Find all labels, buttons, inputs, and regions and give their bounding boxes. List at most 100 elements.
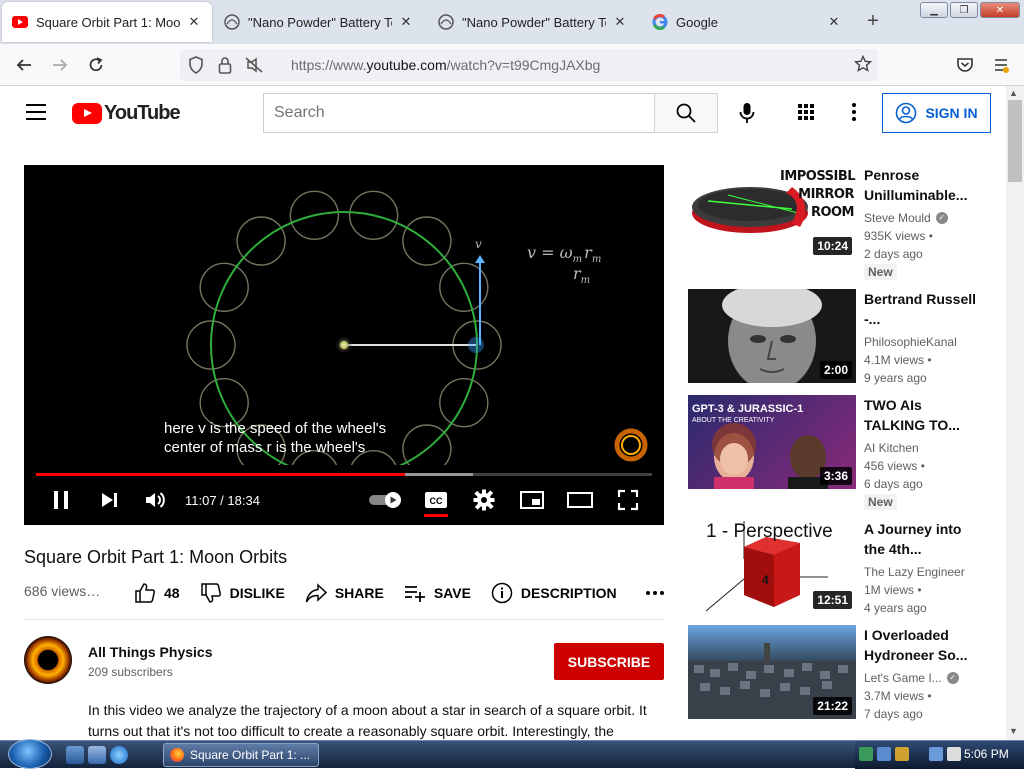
pocket-button[interactable] <box>954 54 976 76</box>
new-badge: New <box>864 494 897 510</box>
video-player[interactable]: v v = ωm rm rm here v is the speed of the… <box>24 165 664 525</box>
tab-nano-powder-2[interactable]: "Nano Powder" Battery Tech Im ✕ <box>428 2 638 42</box>
back-button[interactable] <box>13 54 35 76</box>
close-tab-icon[interactable]: ✕ <box>612 14 628 30</box>
horizontal-dots-icon <box>645 591 664 595</box>
save-label: SAVE <box>433 585 471 601</box>
like-button[interactable]: 48 <box>134 579 180 607</box>
recommendation-views: 456 views • <box>864 459 925 473</box>
recommendation-item[interactable]: GPT-3 & JURASSIC-1 ABOUT THE CREATIVITY … <box>688 395 998 510</box>
taskbar-clock[interactable]: 5:06 PM <box>964 747 1009 761</box>
channel-name[interactable]: All Things Physics <box>88 644 212 660</box>
switch-windows-icon[interactable] <box>88 746 106 764</box>
recommendation-title[interactable]: TWO AIs TALKING TO... <box>864 395 982 435</box>
tray-app-icon[interactable] <box>859 747 873 761</box>
view-count[interactable]: 686 views… <box>24 583 100 599</box>
settings-more-button[interactable] <box>842 100 866 124</box>
autoplay-toggle-icon <box>369 492 401 508</box>
recommendation-title[interactable]: I Overloaded Hydroneer So... <box>864 625 982 665</box>
share-button[interactable]: SHARE <box>305 579 384 607</box>
video-thumbnail[interactable]: 1 - Perspective 4 12:51 <box>688 519 856 613</box>
minimize-button[interactable]: ▁ <box>920 2 948 18</box>
youtube-play-logo-icon <box>72 103 102 124</box>
scroll-down-arrow-icon[interactable]: ▼ <box>1009 726 1018 736</box>
recommendation-channel[interactable]: The Lazy Engineer <box>864 565 965 579</box>
recommendation-views: 1M views • <box>864 583 922 597</box>
taskbar-firefox-window[interactable]: Square Orbit Part 1: ... <box>163 743 319 767</box>
maximize-button[interactable]: ❐ <box>950 2 978 18</box>
firefox-icon <box>170 748 184 762</box>
recommendation-item[interactable]: 21:22 I Overloaded Hydroneer So... Let's… <box>688 625 998 721</box>
guide-menu-icon[interactable] <box>26 104 46 120</box>
subscribe-button[interactable]: SUBSCRIBE <box>554 643 664 680</box>
video-thumbnail[interactable]: GPT-3 & JURASSIC-1 ABOUT THE CREATIVITY … <box>688 395 856 489</box>
youtube-logo[interactable]: YouTube <box>72 102 181 125</box>
dislike-button[interactable]: DISLIKE <box>200 579 285 607</box>
tab-square-orbit[interactable]: Square Orbit Part 1: Moon Orbits ✕ <box>2 2 212 42</box>
channel-avatar[interactable] <box>24 636 72 684</box>
played-bar <box>36 473 405 476</box>
pause-button[interactable] <box>48 487 74 513</box>
recommendation-title[interactable]: Penrose Unilluminable... <box>864 165 982 205</box>
recommendation-title[interactable]: A Journey into the 4th... <box>864 519 982 559</box>
captions-button[interactable]: CC <box>422 487 450 513</box>
close-tab-icon[interactable]: ✕ <box>826 14 842 30</box>
video-thumbnail[interactable]: IMPOSSIBLE MIRROR ROOM 10:24 <box>688 165 856 259</box>
reload-button[interactable] <box>85 54 107 76</box>
fullscreen-button[interactable] <box>614 487 642 513</box>
orbit-loop <box>402 424 452 465</box>
recommendation-item[interactable]: IMPOSSIBLE MIRROR ROOM 10:24 Penrose Uni… <box>688 165 998 280</box>
url-bar[interactable]: https://www.youtube.com/watch?v=t99CmgJA… <box>180 49 878 81</box>
scroll-up-arrow-icon[interactable]: ▲ <box>1009 88 1018 98</box>
more-actions-button[interactable] <box>645 579 673 607</box>
volume-icon <box>146 492 165 508</box>
tab-google[interactable]: Google ✕ <box>642 2 852 42</box>
apps-button[interactable] <box>794 100 818 124</box>
voice-search-button[interactable] <box>732 98 762 128</box>
save-button[interactable]: SAVE <box>404 579 471 607</box>
close-tab-icon[interactable]: ✕ <box>398 14 414 30</box>
video-thumbnail[interactable]: 21:22 <box>688 625 856 719</box>
show-desktop-icon[interactable] <box>66 746 84 764</box>
video-thumbnail[interactable]: 2:00 <box>688 289 856 383</box>
recommendation-channel[interactable]: Steve Mould ✓ <box>864 211 948 225</box>
video-duration: 3:36 <box>819 467 852 485</box>
recommendation-channel[interactable]: Let's Game I... ✓ <box>864 671 959 685</box>
mute-button[interactable] <box>142 487 168 513</box>
recommendation-item[interactable]: 2:00 Bertrand Russell -... PhilosophieKa… <box>688 289 998 385</box>
settings-button[interactable] <box>470 487 498 513</box>
lock-icon[interactable] <box>218 56 232 79</box>
tray-network-icon[interactable] <box>877 747 891 761</box>
forward-button[interactable] <box>49 54 71 76</box>
recommendation-title[interactable]: Bertrand Russell -... <box>864 289 982 329</box>
next-button[interactable] <box>96 487 122 513</box>
autoplay-blocked-icon[interactable] <box>244 56 264 79</box>
new-tab-button[interactable]: + <box>862 10 884 33</box>
recommendation-channel[interactable]: PhilosophieKanal <box>864 335 957 349</box>
tray-monitor-icon[interactable] <box>929 747 943 761</box>
close-tab-icon[interactable]: ✕ <box>186 14 202 30</box>
recommendation-item[interactable]: 1 - Perspective 4 12:51 A Journey into t… <box>688 519 998 615</box>
page-scrollbar[interactable] <box>1006 86 1024 740</box>
scrollbar-thumb[interactable] <box>1008 100 1022 182</box>
sign-in-button[interactable]: SIGN IN <box>882 93 991 133</box>
internet-explorer-icon[interactable] <box>110 746 128 764</box>
tab-nano-powder-1[interactable]: "Nano Powder" Battery Tech Im ✕ <box>214 2 424 42</box>
close-window-button[interactable]: ✕ <box>980 2 1020 18</box>
start-button[interactable] <box>8 739 52 769</box>
recommendation-channel[interactable]: AI Kitchen <box>864 441 919 455</box>
progress-bar[interactable] <box>36 473 652 476</box>
theater-mode-button[interactable] <box>566 487 594 513</box>
menu-button[interactable] <box>990 54 1012 76</box>
miniplayer-button[interactable] <box>518 487 546 513</box>
thumbs-down-icon <box>200 583 221 603</box>
shield-icon[interactable] <box>188 56 204 79</box>
autoplay-toggle[interactable] <box>368 487 404 513</box>
search-button[interactable] <box>654 93 718 133</box>
thumbnail-title-text: GPT-3 & JURASSIC-1 <box>692 403 804 415</box>
bookmark-star-icon[interactable] <box>853 54 873 78</box>
volume-muted-icon[interactable] <box>947 747 961 761</box>
search-input[interactable] <box>263 93 655 133</box>
tray-shield-icon[interactable] <box>895 747 909 761</box>
description-button[interactable]: DESCRIPTION <box>491 579 617 607</box>
